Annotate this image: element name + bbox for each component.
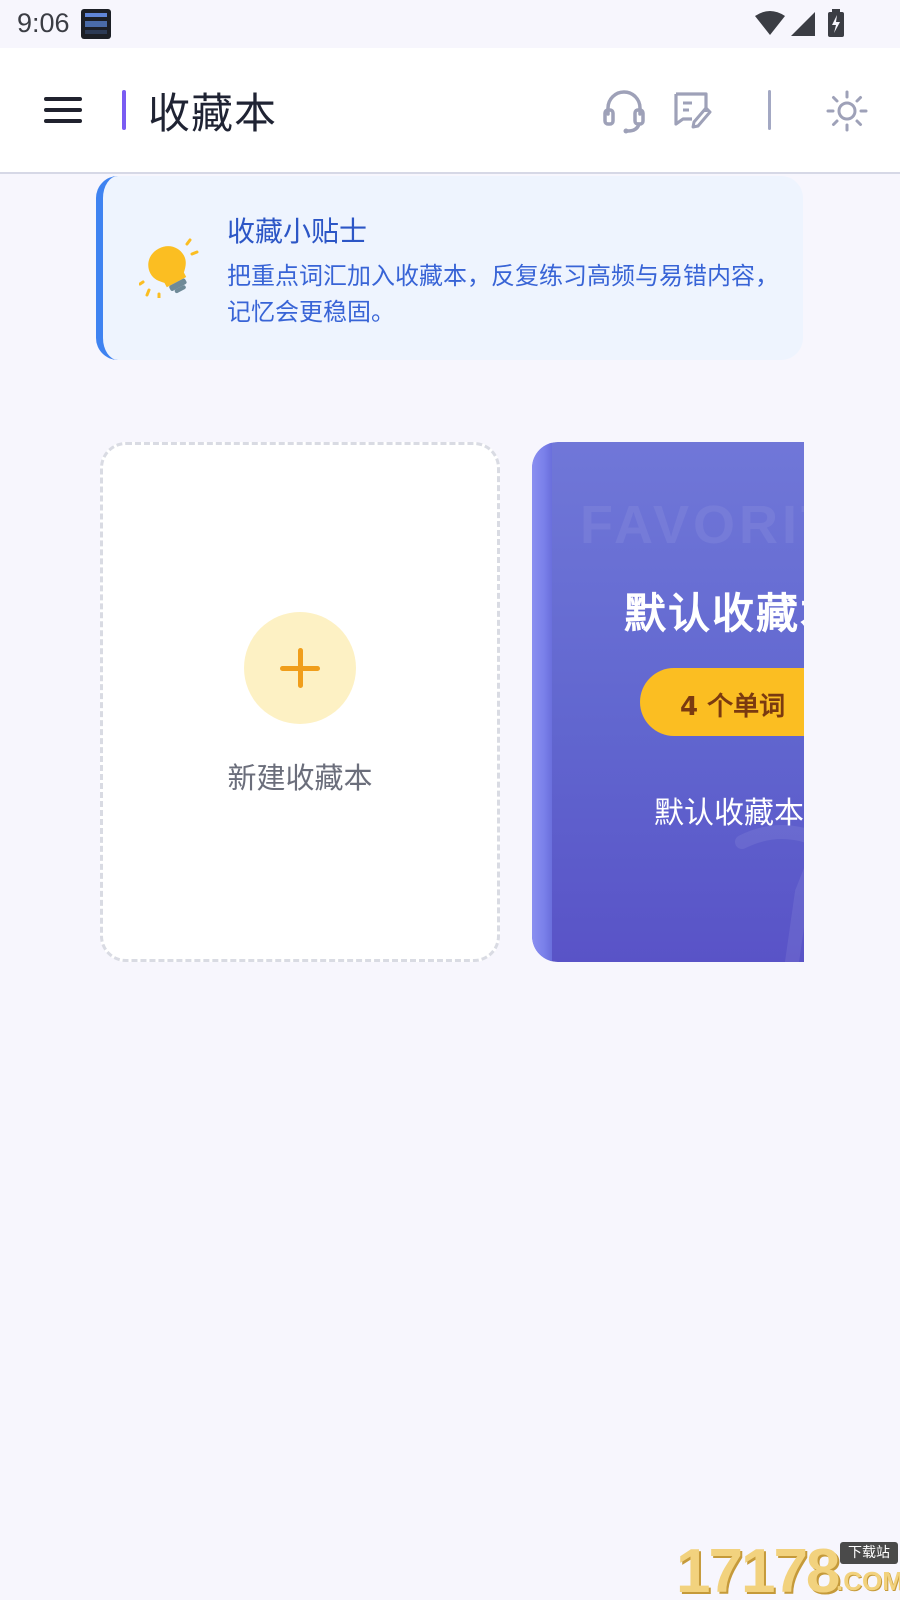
tip-text: 把重点词汇加入收藏本，反复练习高频与易错内容，记忆会更稳固。: [227, 262, 779, 326]
tip-banner: 收藏小贴士 把重点词汇加入收藏本，反复练习高频与易错内容，记忆会更稳固。: [96, 176, 803, 360]
status-bar: 9:06: [0, 0, 900, 48]
new-notebook-card[interactable]: 新建收藏本: [100, 442, 500, 962]
app-bar: 收藏本: [0, 48, 900, 174]
site-watermark-logo: 17178 下载站 .COM: [676, 1536, 900, 1600]
sun-icon[interactable]: [826, 90, 868, 132]
watermark-com: .COM: [836, 1566, 900, 1596]
wifi-icon: [755, 11, 785, 35]
watermark-tag: 下载站: [840, 1542, 898, 1564]
page-title: 收藏本: [148, 89, 278, 138]
word-count-badge: 4 个单词: [640, 668, 804, 736]
default-notebook-card[interactable]: FAVORITE 默认收藏本 4 个单词 默认收藏本: [532, 442, 804, 962]
battery-charging-icon: [828, 9, 844, 37]
plus-icon[interactable]: [244, 612, 356, 724]
title-accent-bar: [122, 90, 126, 130]
notebook-spine: [532, 442, 552, 962]
watermark-digits: 17178: [676, 1537, 840, 1600]
cover-decoration: [735, 825, 804, 962]
word-count-text: 4 个单词: [680, 692, 786, 722]
note-edit-icon[interactable]: [672, 90, 712, 132]
notebook-subtitle: 默认收藏本: [654, 796, 804, 831]
notebook-cover: FAVORITE 默认收藏本 4 个单词 默认收藏本: [532, 442, 804, 962]
menu-icon[interactable]: [44, 94, 82, 126]
headset-icon[interactable]: [602, 88, 646, 134]
notification-app-icon: [81, 9, 111, 39]
signal-icon: [791, 12, 815, 36]
tip-title: 收藏小贴士: [227, 215, 368, 248]
cover-watermark: FAVORITE: [580, 495, 804, 555]
status-time: 9:06: [17, 8, 70, 38]
lightbulb-icon: [139, 238, 199, 298]
new-notebook-label: 新建收藏本: [227, 761, 373, 795]
notebook-name: 默认收藏本: [624, 589, 804, 638]
header-divider: [768, 90, 771, 130]
